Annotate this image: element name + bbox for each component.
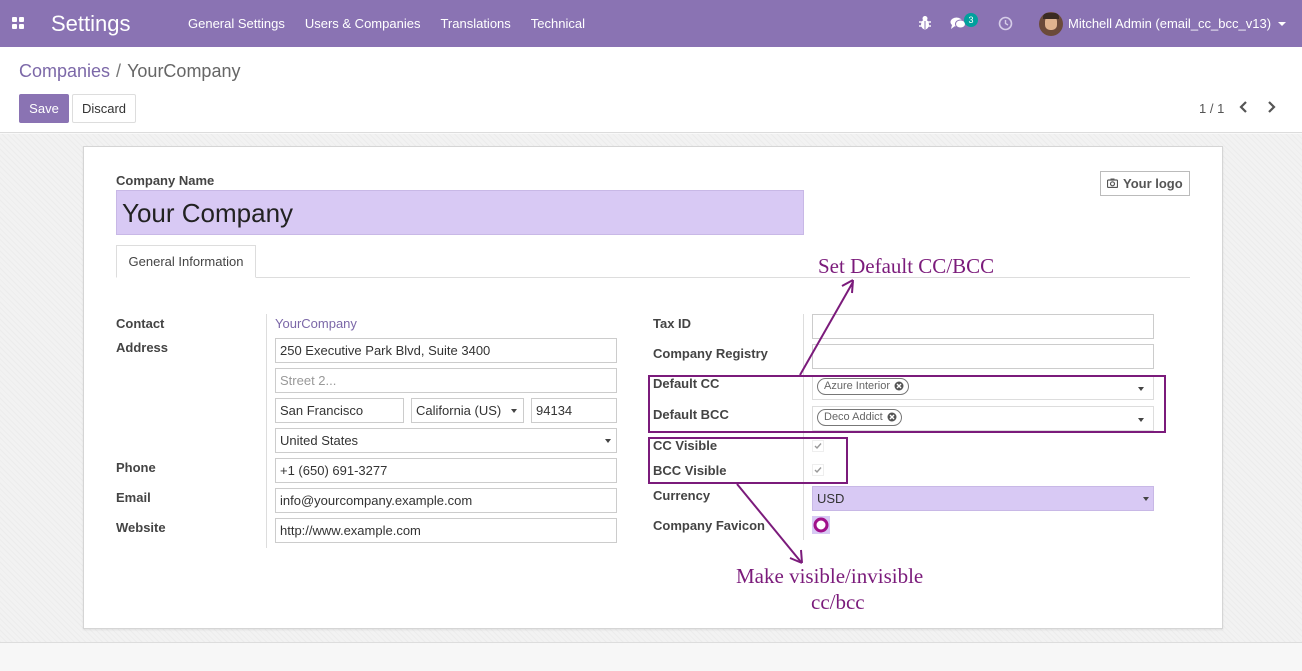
annotation-box-default-cc-bcc xyxy=(648,375,1166,433)
menu-users-companies[interactable]: Users & Companies xyxy=(295,0,431,47)
top-navbar: Settings General Settings Users & Compan… xyxy=(0,0,1302,47)
menu-general-settings[interactable]: General Settings xyxy=(178,0,295,47)
contact-label: Contact xyxy=(116,316,165,331)
tab-general-information[interactable]: General Information xyxy=(116,245,256,278)
main-menu: General Settings Users & Companies Trans… xyxy=(178,0,595,47)
contact-value-link[interactable]: YourCompany xyxy=(275,316,357,331)
chevron-right-icon[interactable] xyxy=(1264,100,1278,114)
chevron-left-icon[interactable] xyxy=(1237,100,1251,114)
camera-icon xyxy=(1107,178,1118,188)
country-select[interactable]: United States xyxy=(275,428,617,453)
app-title: Settings xyxy=(51,11,131,36)
breadcrumb: Companies / YourCompany xyxy=(19,61,240,82)
activity-clock-icon[interactable] xyxy=(998,16,1013,31)
user-menu-name[interactable]: Mitchell Admin (email_cc_bcc_v13) xyxy=(1068,16,1271,31)
menu-technical[interactable]: Technical xyxy=(521,0,595,47)
discard-button[interactable]: Discard xyxy=(72,94,136,123)
control-panel: Companies / YourCompany Save Discard 1 / 1 xyxy=(0,47,1302,133)
annotation-make-visible-line1: Make visible/invisible xyxy=(736,564,924,588)
state-select[interactable]: California (US) xyxy=(411,398,524,423)
bottom-chatter-area xyxy=(0,642,1302,671)
city-input[interactable]: San Francisco xyxy=(275,398,404,423)
phone-label: Phone xyxy=(116,460,156,475)
user-menu-caret-icon[interactable] xyxy=(1278,22,1286,26)
street-input[interactable]: 250 Executive Park Blvd, Suite 3400 xyxy=(275,338,617,363)
company-registry-label: Company Registry xyxy=(653,346,768,361)
currency-label: Currency xyxy=(653,488,711,503)
chat-count-badge: 3 xyxy=(964,13,978,27)
tax-id-input[interactable] xyxy=(812,314,1154,339)
email-input[interactable]: info@yourcompany.example.com xyxy=(275,488,617,513)
user-avatar[interactable] xyxy=(1039,12,1063,36)
annotation-box-visibility xyxy=(648,437,848,484)
company-favicon-label: Company Favicon xyxy=(653,518,765,533)
breadcrumb-separator: / xyxy=(116,61,122,81)
menu-translations[interactable]: Translations xyxy=(430,0,520,47)
currency-select[interactable]: USD xyxy=(812,486,1154,511)
tab-bar-line xyxy=(116,277,1190,278)
annotation-set-default-cc-bcc: Set Default CC/BCC xyxy=(818,254,995,278)
left-column-separator xyxy=(266,314,267,548)
company-favicon-image[interactable] xyxy=(812,516,830,534)
debug-bug-icon[interactable] xyxy=(918,15,932,31)
save-button[interactable]: Save xyxy=(19,94,69,123)
breadcrumb-companies-link[interactable]: Companies xyxy=(19,61,110,81)
tax-id-label: Tax ID xyxy=(653,316,692,331)
phone-input[interactable]: +1 (650) 691-3277 xyxy=(275,458,617,483)
pager-value[interactable]: 1 / 1 xyxy=(1199,101,1224,116)
apps-menu-icon[interactable] xyxy=(12,17,25,30)
company-name-label: Company Name xyxy=(116,173,215,188)
breadcrumb-current: YourCompany xyxy=(127,61,241,81)
annotation-make-visible-line2: cc/bcc xyxy=(811,590,865,614)
zip-input[interactable]: 94134 xyxy=(531,398,617,423)
email-label: Email xyxy=(116,490,151,505)
state-caret-icon xyxy=(511,409,517,413)
address-label: Address xyxy=(116,340,169,355)
website-label: Website xyxy=(116,520,166,535)
currency-caret-icon xyxy=(1143,497,1149,501)
website-input[interactable]: http://www.example.com xyxy=(275,518,617,543)
company-registry-input[interactable] xyxy=(812,344,1154,369)
company-name-input[interactable]: Your Company xyxy=(116,190,804,235)
street2-input[interactable]: Street 2... xyxy=(275,368,617,393)
country-caret-icon xyxy=(605,439,611,443)
